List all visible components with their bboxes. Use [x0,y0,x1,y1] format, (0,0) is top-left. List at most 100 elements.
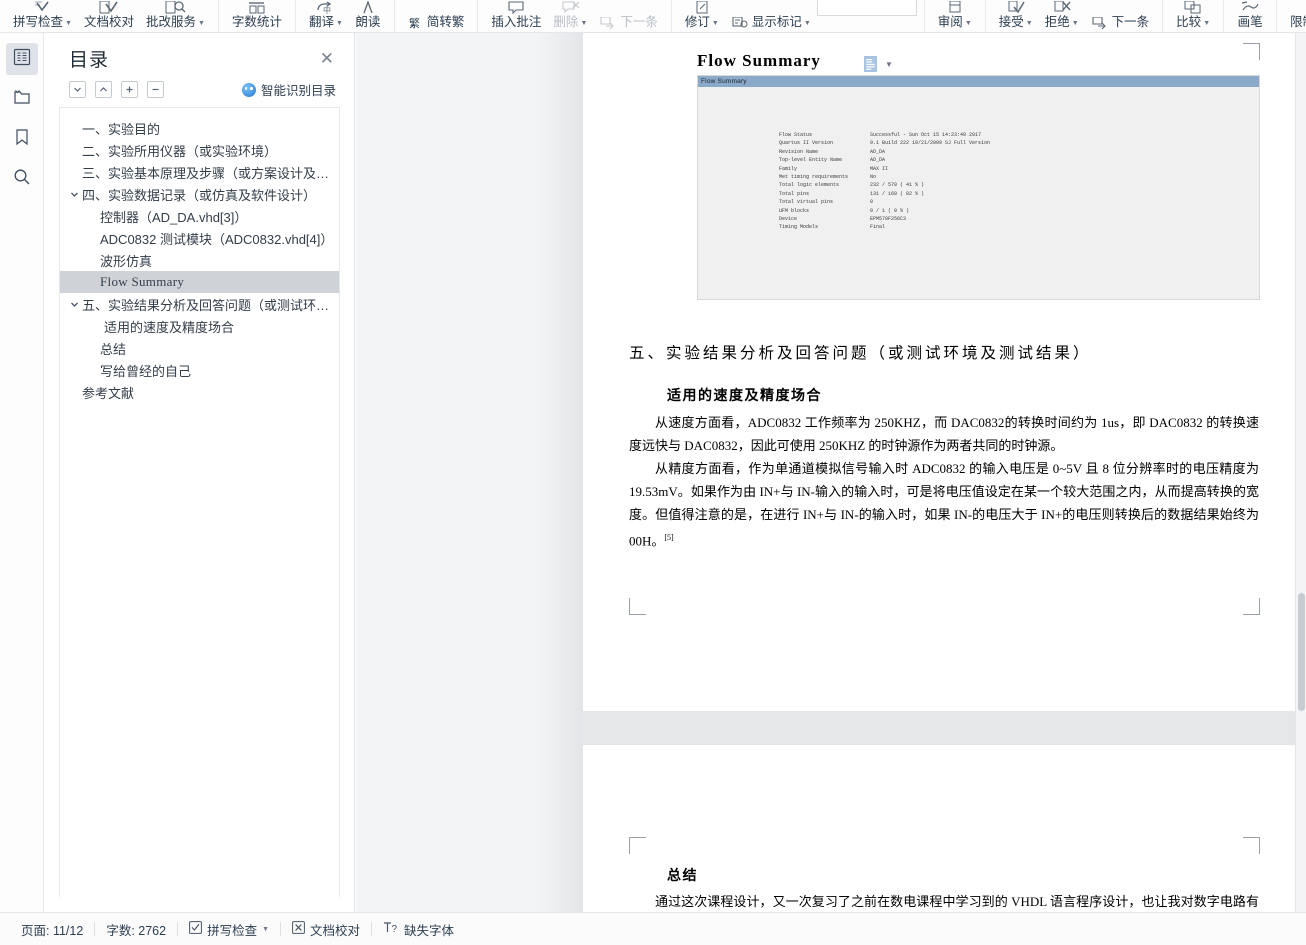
paragraph-speed: 从速度方面看，ADC0832 工作频率为 250KHZ，而 DAC0832的转换… [629,411,1259,457]
toc-item-8[interactable]: 五、实验结果分析及回答问题（或测试环境及 … [60,293,339,315]
toc-toolbar: 智能识别目录 [59,76,340,107]
status-spell-check[interactable]: 拼写检查 ▼ [178,918,280,940]
missing-font-icon: ? [383,921,399,937]
rail-button-search[interactable] [6,163,38,195]
bookmark-icon [13,128,31,151]
ribbon-label: 画笔 [1238,14,1263,30]
chevron-down-icon[interactable]: ▼ [885,60,893,69]
chevron-down-icon[interactable]: ▼ [965,16,972,32]
chevron-down-icon[interactable]: ▼ [65,16,72,32]
ribbon-button-restrict-editing[interactable]: 限制编辑 [1284,0,1306,32]
margin-mark-top-left [629,837,646,854]
ribbon-button-reject[interactable]: 拒绝▼ [1039,0,1085,32]
toc-item-label: 二、实验所用仪器（或实验环境） [82,141,277,160]
smart-ai-icon [242,83,256,97]
markup-search-input[interactable] [817,0,917,16]
toc-item-0[interactable]: 一、实验目的 [60,117,339,139]
ribbon-button-next-comment[interactable]: 下一条 [593,0,664,32]
ribbon-button-spell-check[interactable]: 拼写检查▼ [7,0,78,32]
ribbon-label: 拒绝 [1045,14,1070,30]
ribbon-button-word-count[interactable]: 字数统计 [226,0,288,32]
status-missing-font[interactable]: ? 缺失字体 [372,918,465,940]
ribbon-button-correction-service[interactable]: 批改服务▼ [140,0,211,32]
paragraph-precision: 从精度方面看，作为单通道模拟信号输入时 ADC0832 的输入电压是 0~5V … [629,457,1259,552]
chevron-down-icon[interactable]: ▼ [262,926,269,933]
toc-item-6[interactable]: 波形仿真 [60,249,339,271]
ribbon-label: 审阅 [938,14,963,30]
close-icon[interactable]: ✕ [316,48,338,69]
expand-all-button[interactable] [121,81,138,98]
toc-item-2[interactable]: 三、实验基本原理及步骤（或方案设计及理论 … [60,161,339,183]
collapse-up-button[interactable] [95,81,112,98]
paste-options-button[interactable]: ▼ [863,55,893,74]
next-comment-icon [599,17,617,30]
toc-item-4[interactable]: 控制器（AD_DA.vhd[3]） [60,205,339,227]
toc-list[interactable]: 一、实验目的 二、实验所用仪器（或实验环境） 三、实验基本原理及步骤（或方案设计… [59,107,340,897]
chevron-down-icon[interactable]: ▼ [336,16,343,32]
rail-button-outline[interactable] [6,43,38,75]
document-page-11[interactable]: ▼ Flow Summary Flow Summary Flow StatusS… [583,33,1306,711]
folder-icon [13,88,31,111]
status-page-indicator[interactable]: 页面: 11/12 [10,918,94,940]
row-key: Revision Name [779,148,870,156]
vertical-scrollbar[interactable] [1295,33,1306,912]
ribbon-button-translate[interactable]: 中 翻译▼ [303,0,349,32]
ribbon-label: 批改服务 [146,14,196,30]
rail-button-bookmark[interactable] [6,123,38,155]
ribbon-button-accept[interactable]: 接受▼ [993,0,1039,32]
chevron-down-icon[interactable]: ▼ [580,16,587,32]
ribbon-label: 文档校对 [84,14,134,30]
smart-recognize-toc-button[interactable]: 智能识别目录 [242,80,338,99]
scrollbar-thumb[interactable] [1298,593,1305,711]
ribbon-button-insert-comment[interactable]: 插入批注 [485,0,547,32]
document-page-12[interactable]: 总结 通过这次课程设计，又一次复习了之前在数电课程中学习到的 VHDL 语言程序… [583,745,1306,912]
toc-item-flow-summary[interactable]: Flow Summary [60,271,339,293]
read-aloud-icon [355,1,381,14]
toc-item-label: 参考文献 [82,383,134,402]
ribbon-label: 显示标记 [752,14,802,30]
chevron-down-icon[interactable]: ▼ [1026,16,1033,32]
toc-item-5[interactable]: ADC0832 测试模块（ADC0832.vhd[4]） [60,227,339,249]
ribbon-button-pen[interactable]: 画笔 [1231,0,1269,32]
ribbon-button-simplified-to-traditional[interactable]: 繁 简转繁 [402,0,471,32]
svg-text:中: 中 [323,5,331,14]
missing-font-label: 缺失字体 [404,920,454,939]
svg-text:?: ? [392,924,398,934]
chevron-down-icon[interactable] [66,300,82,309]
table-row: Quartus II Version9.1 Build 222 10/21/20… [779,139,990,147]
chevron-down-icon[interactable]: ▼ [198,16,205,32]
ribbon-button-doc-proofread[interactable]: 文档校对 [78,0,140,32]
toc-item-3[interactable]: 四、实验数据记录（或仿真及软件设计） [60,183,339,205]
rail-button-folder[interactable] [6,83,38,115]
toc-item-1[interactable]: 二、实验所用仪器（或实验环境） [60,139,339,161]
chevron-down-icon[interactable]: ▼ [1072,16,1079,32]
ribbon-button-delete-comment[interactable]: 删除▼ [547,0,593,32]
toc-item-12[interactable]: 参考文献 [60,381,339,403]
chevron-down-icon[interactable]: ▼ [712,16,719,32]
ribbon-button-review-pane[interactable]: 审阅▼ [932,0,978,32]
toc-item-label: 五、实验结果分析及回答问题（或测试环境及 … [82,295,339,314]
ribbon-group-tracking: 修订▼ 显示标记▼ [672,0,925,32]
status-proofread[interactable]: 文档校对 [281,918,371,940]
chevron-down-icon[interactable]: ▼ [1203,16,1210,32]
svg-text:繁: 繁 [409,17,420,30]
ribbon-button-next-change[interactable]: 下一条 [1085,0,1156,32]
ribbon-button-compare[interactable]: 比较▼ [1170,0,1216,32]
chevron-down-icon[interactable] [66,190,82,199]
ribbon-label: 删除 [553,14,578,30]
collapse-all-button[interactable] [147,81,164,98]
ribbon-label: 修订 [685,14,710,30]
toc-item-10[interactable]: 总结 [60,337,339,359]
row-value: 232 / 570 ( 41 % ) [870,181,924,189]
document-canvas[interactable]: ▼ Flow Summary Flow Summary Flow StatusS… [356,33,1306,912]
toc-item-label: 控制器（AD_DA.vhd[3]） [100,207,247,226]
collapse-down-button[interactable] [69,81,86,98]
toc-item-11[interactable]: 写给曾经的自己 [60,359,339,381]
ribbon-button-track-changes[interactable]: 修订▼ [679,0,725,32]
toc-item-9[interactable]: 适用的速度及精度场合 [60,315,339,337]
ribbon-button-read-aloud[interactable]: 朗读 [349,0,387,32]
ribbon-button-show-markup[interactable]: 显示标记▼ [725,0,817,32]
row-key: Top-level Entity Name [779,156,870,164]
chevron-down-icon[interactable]: ▼ [804,16,811,32]
status-word-count[interactable]: 字数: 2762 [95,918,177,940]
